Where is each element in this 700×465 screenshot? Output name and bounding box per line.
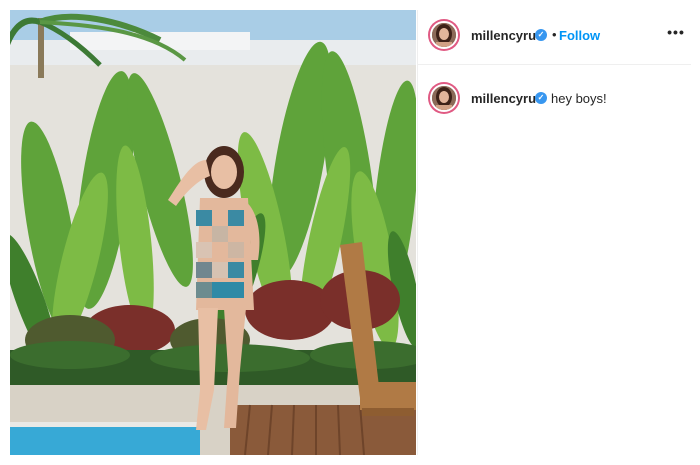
post-photo-image: [10, 10, 416, 455]
instagram-post: millencyrus ✓ • Follow ••• millencyrus ✓…: [0, 0, 700, 465]
profile-photo-icon: [430, 84, 458, 112]
author-avatar[interactable]: [428, 19, 460, 51]
caption-username[interactable]: millencyrus: [471, 91, 543, 106]
post-sidebar: millencyrus ✓ • Follow ••• millencyrus ✓…: [417, 10, 691, 455]
follow-button[interactable]: Follow: [559, 28, 600, 43]
more-options-icon[interactable]: •••: [667, 25, 685, 44]
author-username[interactable]: millencyrus: [471, 28, 543, 43]
post-photo[interactable]: [10, 10, 416, 455]
verified-badge-icon: ✓: [535, 29, 547, 41]
header-separator: •: [552, 27, 557, 42]
profile-photo-icon: [430, 21, 458, 49]
verified-badge-icon: ✓: [535, 92, 547, 104]
caption-text: hey boys!: [551, 91, 607, 106]
caption-author-avatar[interactable]: [428, 82, 460, 114]
post-header: millencyrus ✓ • Follow •••: [418, 10, 691, 65]
